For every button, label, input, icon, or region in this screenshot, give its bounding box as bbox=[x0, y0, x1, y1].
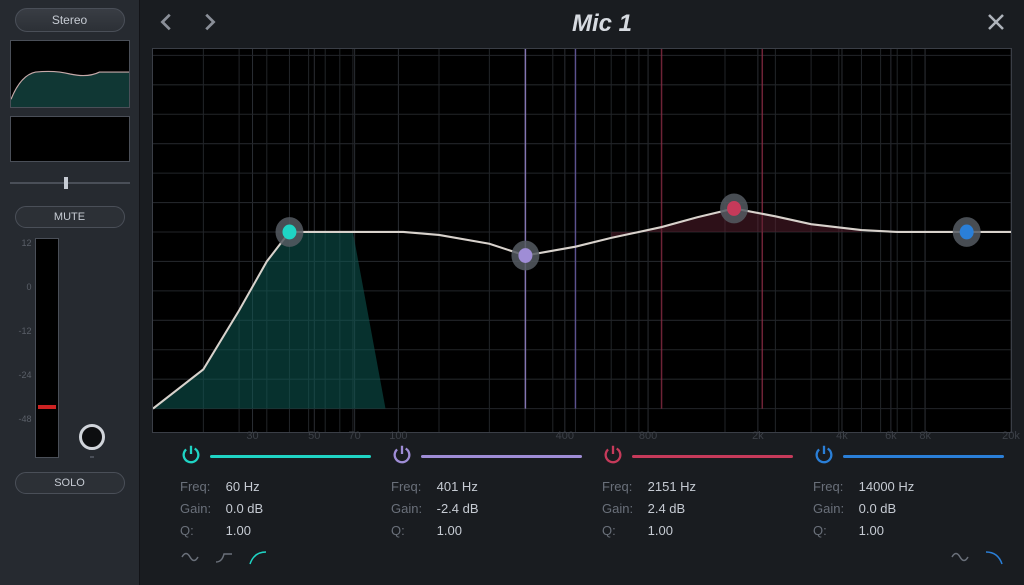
sidebar: Stereo MUTE 12 0 -12 -24 -48 SOLO bbox=[0, 0, 140, 585]
xtick-label: 30 bbox=[246, 430, 258, 442]
freq-value[interactable]: 401 Hz bbox=[437, 479, 478, 494]
gain-label: Gain: bbox=[391, 498, 433, 520]
main-panel: Mic 1 3050701004008002k4k6k8k20k Freq: 6… bbox=[140, 0, 1024, 585]
q-label: Q: bbox=[180, 520, 222, 542]
xtick-label: 400 bbox=[556, 430, 574, 442]
fader-knob[interactable] bbox=[79, 424, 105, 450]
band-power-button[interactable] bbox=[602, 443, 624, 470]
band-power-button[interactable] bbox=[391, 443, 413, 470]
q-label: Q: bbox=[602, 520, 644, 542]
eq-band-3: Freq: 2151 Hz Gain: 2.4 dB Q: 1.00 bbox=[592, 443, 803, 579]
q-label: Q: bbox=[391, 520, 433, 542]
level-meter bbox=[35, 238, 59, 458]
shape-bell-icon[interactable] bbox=[950, 548, 970, 571]
stereo-button[interactable]: Stereo bbox=[15, 8, 125, 32]
gain-value[interactable]: 2.4 dB bbox=[648, 501, 686, 516]
band-underline bbox=[421, 455, 582, 458]
xtick-label: 20k bbox=[1002, 430, 1020, 442]
xtick-label: 70 bbox=[349, 430, 361, 442]
channel-title: Mic 1 bbox=[240, 10, 964, 38]
gain-value[interactable]: 0.0 dB bbox=[859, 501, 897, 516]
band-power-button[interactable] bbox=[180, 443, 202, 470]
shape-lowpass-icon[interactable] bbox=[984, 548, 1004, 571]
freq-label: Freq: bbox=[180, 476, 222, 498]
solo-button[interactable]: SOLO bbox=[15, 472, 125, 494]
xtick-label: 800 bbox=[639, 430, 657, 442]
eq-band-4: Freq: 14000 Hz Gain: 0.0 dB Q: 1.00 bbox=[803, 443, 1014, 579]
freq-value[interactable]: 14000 Hz bbox=[859, 479, 915, 494]
shape-bell-icon[interactable] bbox=[180, 548, 200, 571]
meter-area: 12 0 -12 -24 -48 bbox=[15, 238, 125, 458]
meter-scale: 12 0 -12 -24 -48 bbox=[15, 238, 35, 458]
xtick-label: 2k bbox=[752, 430, 764, 442]
q-value[interactable]: 1.00 bbox=[437, 523, 462, 538]
band-underline bbox=[843, 455, 1004, 458]
freq-label: Freq: bbox=[391, 476, 433, 498]
channel-fader[interactable] bbox=[59, 456, 125, 458]
eq-band-2: Freq: 401 Hz Gain: -2.4 dB Q: 1.00 bbox=[381, 443, 592, 579]
gain-value[interactable]: 0.0 dB bbox=[226, 501, 264, 516]
xtick-label: 6k bbox=[885, 430, 897, 442]
freq-label: Freq: bbox=[813, 476, 855, 498]
band-power-button[interactable] bbox=[813, 443, 835, 470]
close-button[interactable] bbox=[984, 10, 1008, 39]
header: Mic 1 bbox=[140, 0, 1024, 48]
gain-label: Gain: bbox=[813, 498, 855, 520]
xtick-label: 4k bbox=[836, 430, 848, 442]
shape-highpass-icon[interactable] bbox=[248, 548, 268, 571]
xtick-label: 50 bbox=[308, 430, 320, 442]
spectrum-thumbnail[interactable] bbox=[10, 116, 130, 162]
q-label: Q: bbox=[813, 520, 855, 542]
gain-label: Gain: bbox=[602, 498, 644, 520]
eq-graph[interactable]: 3050701004008002k4k6k8k20k bbox=[152, 48, 1012, 433]
gain-value[interactable]: -2.4 dB bbox=[437, 501, 479, 516]
band-underline bbox=[210, 455, 371, 458]
xtick-label: 100 bbox=[389, 430, 407, 442]
next-channel-button[interactable] bbox=[198, 11, 220, 38]
eq-band-1: Freq: 60 Hz Gain: 0.0 dB Q: 1.00 bbox=[170, 443, 381, 579]
freq-value[interactable]: 60 Hz bbox=[226, 479, 260, 494]
eq-thumbnail[interactable] bbox=[10, 40, 130, 108]
q-value[interactable]: 1.00 bbox=[648, 523, 673, 538]
xtick-label: 8k bbox=[919, 430, 931, 442]
q-value[interactable]: 1.00 bbox=[859, 523, 884, 538]
mute-button[interactable]: MUTE bbox=[15, 206, 125, 228]
prev-channel-button[interactable] bbox=[156, 11, 178, 38]
shape-shelf-icon[interactable] bbox=[214, 548, 234, 571]
freq-label: Freq: bbox=[602, 476, 644, 498]
band-underline bbox=[632, 455, 793, 458]
pan-slider[interactable] bbox=[10, 174, 130, 192]
freq-value[interactable]: 2151 Hz bbox=[648, 479, 696, 494]
gain-label: Gain: bbox=[180, 498, 222, 520]
q-value[interactable]: 1.00 bbox=[226, 523, 251, 538]
eq-band-controls: Freq: 60 Hz Gain: 0.0 dB Q: 1.00 Freq: 4… bbox=[140, 433, 1024, 585]
